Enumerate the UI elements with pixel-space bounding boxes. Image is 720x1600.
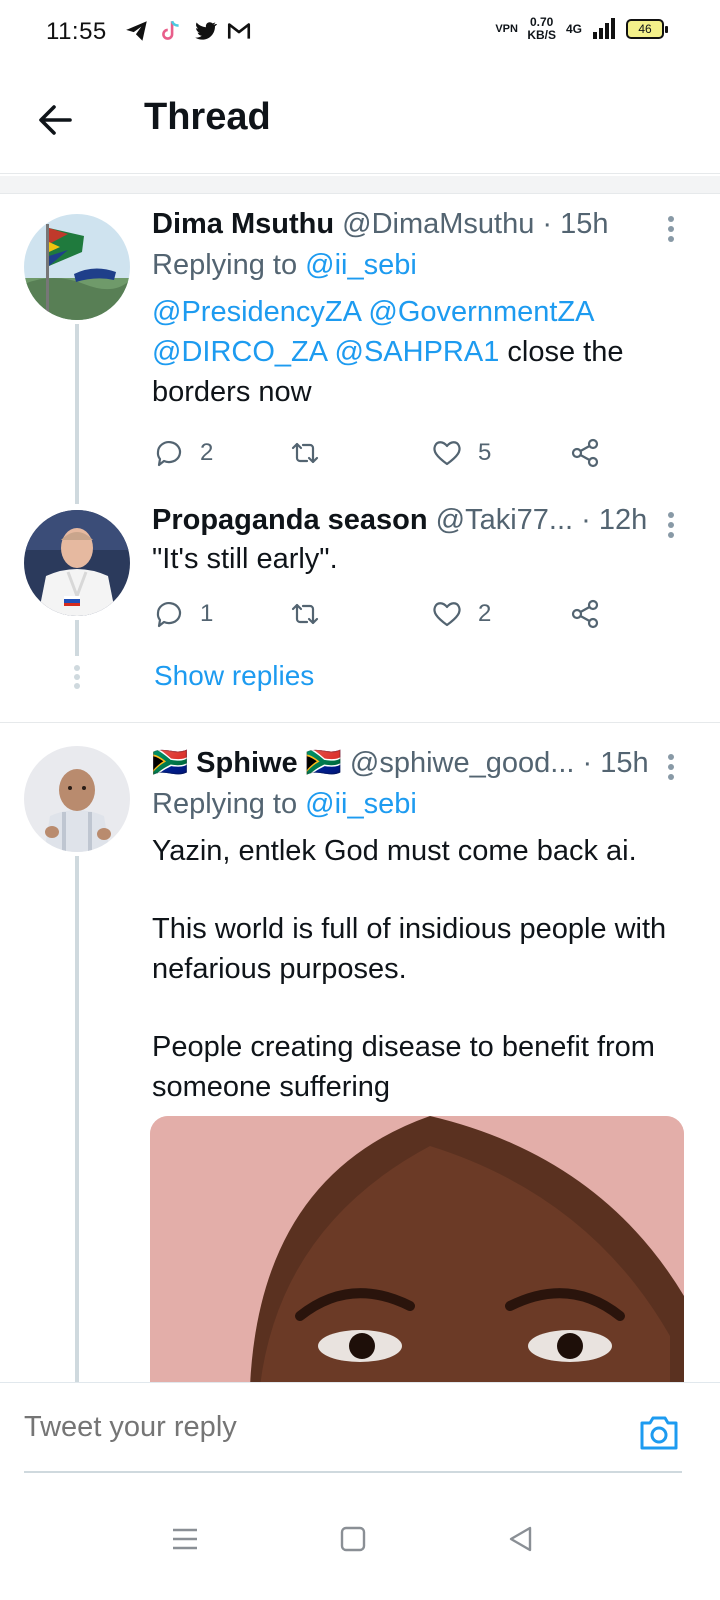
vpn-indicator: VPN [495, 22, 518, 35]
menu-icon [173, 1528, 197, 1550]
reply-button[interactable]: 2 [152, 436, 213, 470]
flag-icon: 🇿🇦 [152, 747, 189, 779]
author-name[interactable]: Propaganda season [152, 504, 428, 536]
avatar[interactable] [24, 510, 130, 616]
author-handle[interactable]: @DimaMsuthu [342, 208, 534, 240]
reply-count: 1 [200, 600, 214, 627]
tweet-actions: 2 5 [152, 436, 690, 486]
tweet-content: Dima Msuthu @DimaMsuthu · 15h Replying t… [152, 208, 690, 486]
replying-to: Replying to @ii_sebi [152, 788, 417, 820]
input-underline [24, 1471, 682, 1473]
more-options-button[interactable] [666, 750, 676, 786]
tweet-text: "It's still early". [152, 543, 338, 575]
reply-icon [156, 441, 182, 467]
network-type: 4G [565, 22, 582, 36]
show-replies-link[interactable]: Show replies [154, 660, 314, 692]
tweet-header: Propaganda season @Taki77... · 12h [152, 504, 690, 537]
replying-to-link[interactable]: @ii_sebi [305, 788, 417, 820]
tweet-3[interactable]: 🇿🇦 Sphiwe 🇿🇦 @sphiwe_good... · 15h Reply… [0, 724, 720, 1386]
tweet-paragraph: This world is full of insidious people w… [152, 913, 667, 985]
reply-count: 2 [200, 439, 214, 466]
camera-icon [640, 1416, 678, 1450]
author-name[interactable]: Sphiwe [196, 747, 298, 779]
share-icon [571, 438, 599, 468]
replying-to-link[interactable]: @ii_sebi [305, 249, 417, 281]
thread-header: Thread [0, 64, 720, 174]
thread-line [75, 620, 79, 656]
retweet-button[interactable] [288, 436, 322, 470]
share-button[interactable] [568, 597, 602, 631]
tweet-image[interactable] [150, 1116, 684, 1386]
reply-button[interactable]: 1 [152, 597, 213, 631]
tweet-header: 🇿🇦 Sphiwe 🇿🇦 @sphiwe_good... · 15h [152, 746, 690, 780]
menu-button[interactable] [170, 1524, 200, 1554]
replying-to: Replying to @ii_sebi [152, 249, 417, 281]
tweet-content: Propaganda season @Taki77... · 12h "It's… [152, 504, 690, 647]
square-icon [340, 1526, 366, 1552]
triangle-back-icon [509, 1526, 532, 1552]
tweet-text: Yazin, entlek God must come back ai. Thi… [152, 831, 690, 1107]
notification-icons [124, 18, 252, 44]
share-icon [571, 599, 599, 629]
thread-line [75, 856, 79, 1386]
retweet-button[interactable] [288, 597, 322, 631]
thread-line [75, 324, 79, 504]
retweet-icon [291, 442, 319, 464]
like-button[interactable]: 2 [430, 597, 491, 631]
avatar[interactable] [24, 214, 130, 320]
tweet-time: · 12h [581, 504, 648, 536]
reply-input[interactable] [24, 1411, 584, 1444]
tweet-paragraph: Yazin, entlek God must come back ai. [152, 835, 637, 867]
like-button[interactable]: 5 [430, 436, 491, 470]
reply-icon [156, 602, 182, 628]
tweet-2[interactable]: Propaganda season @Taki77... · 12h "It's… [0, 496, 720, 722]
network-speed: 0.70 KB/S [527, 15, 556, 42]
retweet-icon [291, 603, 319, 625]
more-options-button[interactable] [666, 508, 676, 544]
battery-icon: 46 [626, 19, 668, 39]
page-title: Thread [144, 96, 271, 138]
signal-icon [593, 18, 615, 39]
tweet-content: 🇿🇦 Sphiwe 🇿🇦 @sphiwe_good... · 15h Reply… [152, 746, 690, 1107]
more-options-button[interactable] [666, 212, 676, 248]
thread-dots-icon [74, 665, 80, 689]
system-navigation-bar [0, 1484, 720, 1600]
tweet-actions: 1 2 [152, 597, 690, 647]
gmail-icon [226, 18, 252, 44]
home-button[interactable] [338, 1524, 368, 1554]
author-handle[interactable]: @Taki77... [436, 504, 573, 536]
tiktok-icon [158, 18, 184, 44]
reply-compose-bar [0, 1382, 720, 1482]
author-name[interactable]: Dima Msuthu [152, 208, 334, 240]
tweet-paragraph: People creating disease to benefit from … [152, 1031, 655, 1103]
status-bar: 11:55 VPN 0.70 KB/S 4G 46 [0, 0, 720, 64]
camera-button[interactable] [638, 1413, 680, 1453]
tweet-1[interactable]: Dima Msuthu @DimaMsuthu · 15h Replying t… [0, 196, 720, 504]
author-handle[interactable]: @sphiwe_good... [350, 747, 575, 779]
like-count: 5 [478, 439, 492, 466]
back-button[interactable] [34, 98, 78, 142]
flag-icon: 🇿🇦 [305, 747, 342, 779]
divider [0, 722, 720, 723]
tweet-header: Dima Msuthu @DimaMsuthu · 15h [152, 208, 690, 241]
heart-icon [433, 602, 461, 627]
arrow-left-icon [39, 105, 72, 135]
twitter-icon [192, 18, 218, 44]
share-button[interactable] [568, 436, 602, 470]
telegram-icon [124, 18, 150, 44]
tweet-text: @PresidencyZA @GovernmentZA @DIRCO_ZA @S… [152, 296, 624, 408]
status-right: VPN 0.70 KB/S 4G 46 [495, 15, 668, 42]
divider [0, 176, 720, 194]
tweet-time: · 15h [582, 747, 649, 779]
back-nav-button[interactable] [506, 1524, 536, 1554]
tweet-time: · 15h [542, 208, 609, 240]
like-count: 2 [478, 600, 492, 627]
avatar[interactable] [24, 746, 130, 852]
status-time: 11:55 [46, 18, 107, 45]
heart-icon [433, 441, 461, 466]
